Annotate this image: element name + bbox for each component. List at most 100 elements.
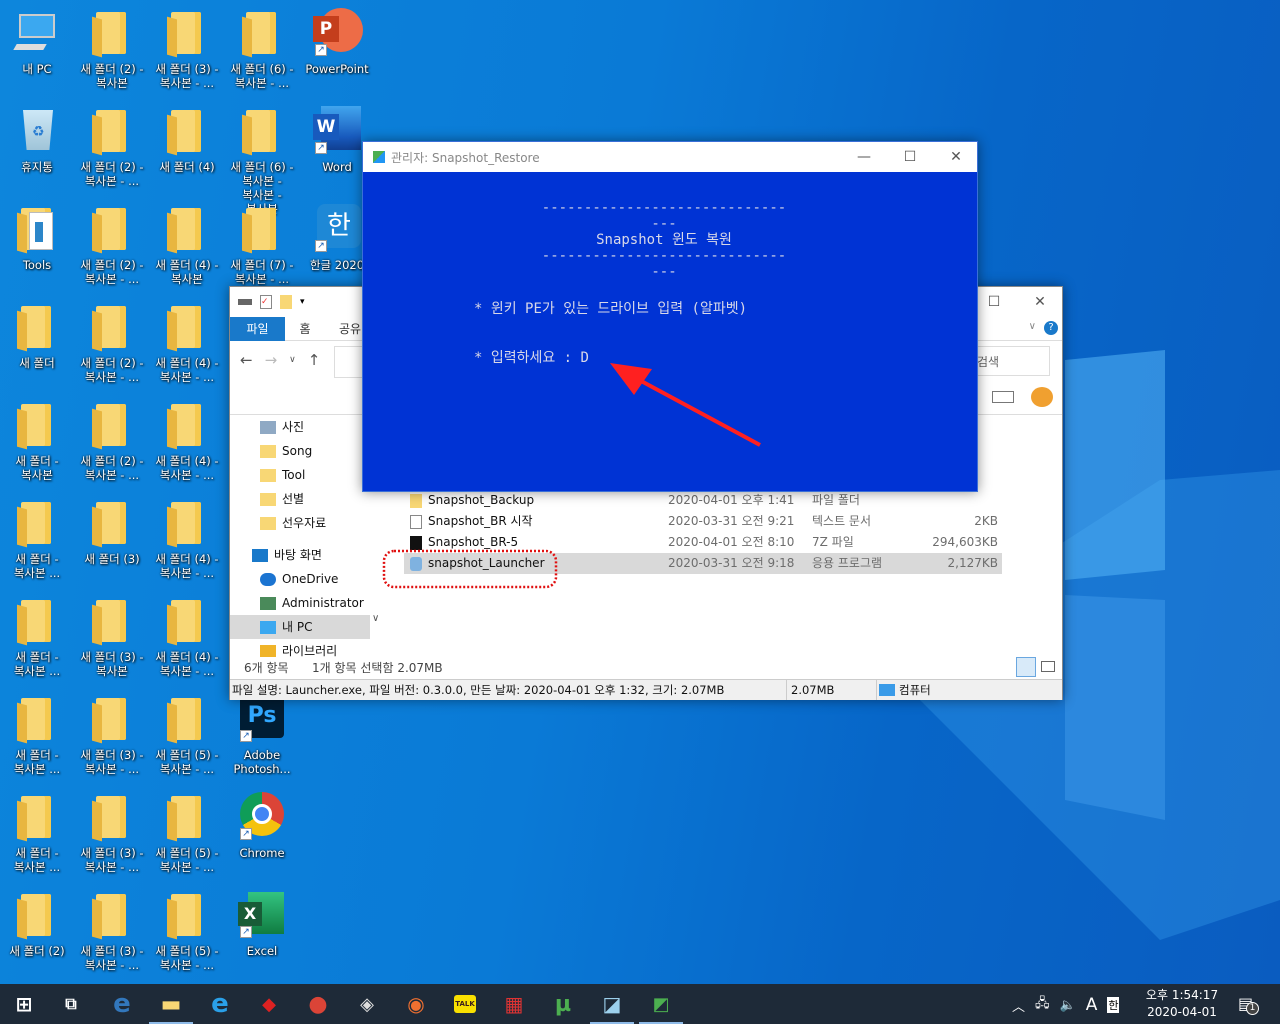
desktop-icon[interactable]: 새 폴더 (7) - 복사본 - ...	[225, 204, 299, 286]
clock[interactable]: 오후 1:54:17 2020-04-01	[1140, 987, 1224, 1021]
taskbar-tool-button[interactable]: ◈	[343, 984, 391, 1024]
desktop-icon[interactable]: 새 폴더 - 복사본	[0, 400, 74, 482]
folder-icon	[238, 8, 286, 56]
taskbar-eye-button[interactable]: ◉	[392, 984, 440, 1024]
close-button[interactable]: ✕	[933, 142, 979, 172]
desktop-icon[interactable]: 내 PC	[0, 8, 74, 76]
desktop-icon[interactable]: 새 폴더 (3) - 복사본 - ...	[75, 792, 149, 874]
desktop-icon[interactable]: Tools	[0, 204, 74, 272]
desktop-icon[interactable]: 새 폴더 (5) - 복사본 - ...	[150, 890, 224, 972]
desktop-icon[interactable]: 새 폴더 (5) - 복사본 - ...	[150, 694, 224, 776]
desktop-icon[interactable]: 새 폴더 (2) - 복사본 - ...	[75, 302, 149, 384]
taskbar-grid-app-button[interactable]: ▦	[490, 984, 538, 1024]
taskbar-edge-button[interactable]: e	[98, 984, 146, 1024]
desktop-icon[interactable]: Ps ↗ Adobe Photosh...	[225, 694, 299, 776]
desktop-icon[interactable]: 새 폴더 - 복사본 ...	[0, 498, 74, 580]
desktop-icon[interactable]: 새 폴더 (2) - 복사본 - ...	[75, 400, 149, 482]
show-hidden-icons[interactable]: ︿	[1012, 996, 1025, 1015]
desktop-icon-label: 새 폴더 - 복사본 ...	[13, 748, 61, 776]
scroll-down-arrow[interactable]: ∨	[372, 613, 379, 624]
desktop-icon[interactable]: 새 폴더 (4) - 복사본 - ...	[150, 400, 224, 482]
nav-item-0[interactable]: 사진	[230, 415, 370, 439]
prompt-instruction: * 윈키 PE가 있는 드라이브 입력 (알파벳)	[474, 301, 748, 317]
desktop-icon[interactable]: X ↗ Excel	[225, 890, 299, 958]
desktop-icon[interactable]: 새 폴더 (6) - 복사본 - 복사본 - 복사본	[225, 106, 299, 216]
recent-dropdown[interactable]: ∨	[289, 351, 296, 369]
desktop-icon[interactable]: ♻ 휴지통	[0, 106, 74, 174]
desktop-icon[interactable]: ↗ Chrome	[225, 792, 299, 860]
taskbar-chrome-button[interactable]: ●	[294, 984, 342, 1024]
desktop-icon[interactable]: 새 폴더 (4) - 복사본 - ...	[150, 596, 224, 678]
close-button[interactable]: ✕	[1017, 287, 1063, 317]
ime-mode[interactable]: 한	[1107, 997, 1120, 1013]
prompt-input-line[interactable]: * 입력하세요 : D	[474, 347, 589, 367]
shell-icon[interactable]	[1031, 387, 1053, 407]
tab-share[interactable]: 공유	[335, 317, 365, 341]
ime-language[interactable]: A	[1086, 995, 1098, 1015]
desktop-icon[interactable]: 새 폴더 (6) - 복사본 - ...	[225, 8, 299, 90]
taskbar-internet-explorer-button[interactable]: e	[196, 984, 244, 1024]
nav-item-1[interactable]: Song	[230, 439, 370, 463]
tab-file[interactable]: 파일	[230, 317, 285, 341]
desktop-icon[interactable]: 새 폴더 - 복사본 ...	[0, 596, 74, 678]
taskbar-file-explorer-button[interactable]: ▬	[147, 984, 195, 1024]
desktop-icon[interactable]: 새 폴더 (2) - 복사본	[75, 8, 149, 90]
desktop-icon[interactable]: 새 폴더 (4)	[150, 106, 224, 174]
desktop-icon[interactable]: 새 폴더 - 복사본 ...	[0, 694, 74, 776]
desktop-icon[interactable]: 새 폴더 (4) - 복사본 - ...	[150, 498, 224, 580]
action-center-icon[interactable]: ▤ 1	[1238, 994, 1259, 1015]
console-heading: Snapshot 윈도 복원	[596, 232, 732, 248]
ribbon-expand-icon[interactable]: ∨	[1029, 321, 1036, 332]
volume-icon[interactable]: 🔈	[1060, 998, 1076, 1013]
desktop-icon[interactable]: 새 폴더 (2) - 복사본 - ...	[75, 106, 149, 188]
nav-item-6[interactable]: OneDrive	[230, 567, 370, 591]
minimize-button[interactable]: —	[841, 142, 887, 172]
tool-icon: ◈	[360, 993, 374, 1015]
details-view-button[interactable]	[1016, 657, 1036, 677]
desktop-icon[interactable]: 새 폴더 - 복사본 ...	[0, 792, 74, 874]
desktop-icon[interactable]: 새 폴더 (2) - 복사본 - ...	[75, 204, 149, 286]
taskbar-start-button[interactable]: ⊞	[0, 984, 48, 1024]
customize-dropdown-icon[interactable]: ▾	[300, 297, 305, 307]
desktop-icon[interactable]: 새 폴더 (2)	[0, 890, 74, 958]
desktop-icon[interactable]: 새 폴더 (4) - 복사본 - ...	[150, 302, 224, 384]
properties-icon[interactable]: ✓	[260, 295, 272, 309]
chrome-icon: ↗	[238, 792, 286, 840]
taskbar-task-view-button[interactable]: ⧉	[47, 984, 95, 1024]
nav-item-8[interactable]: 내 PC	[230, 615, 370, 639]
network-icon[interactable]: 🖧	[1035, 994, 1050, 1016]
search-input[interactable]: 검색	[972, 346, 1050, 376]
file-row[interactable]: Snapshot_Backup 2020-04-01 오후 1:41 파일 폴더	[404, 490, 1002, 511]
taskbar-console-app-button[interactable]: ◩	[637, 984, 685, 1024]
nav-item-5[interactable]: 바탕 화면	[230, 543, 370, 567]
taskbar-app-button[interactable]: ◆	[245, 984, 293, 1024]
desktop-icon[interactable]: 새 폴더	[0, 302, 74, 370]
nav-item-2[interactable]: Tool	[230, 463, 370, 487]
forward-button[interactable]: →	[265, 351, 278, 369]
help-icon[interactable]: ?	[1044, 321, 1058, 335]
nav-item-7[interactable]: Administrator	[230, 591, 370, 615]
taskbar-kakaotalk-button[interactable]: TALK	[441, 984, 489, 1024]
nav-item-4[interactable]: 선우자료	[230, 511, 370, 535]
tab-home[interactable]: 홈	[290, 317, 320, 341]
desktop-icon[interactable]: 새 폴더 (3) - 복사본 - ...	[75, 890, 149, 972]
utorrent-icon: µ	[554, 991, 572, 1017]
nav-item-9[interactable]: 라이브러리	[230, 639, 370, 657]
desktop-icon[interactable]: 새 폴더 (3)	[75, 498, 149, 566]
desktop-icon[interactable]: 새 폴더 (3) - 복사본 - ...	[150, 8, 224, 90]
large-icons-view-button[interactable]	[1041, 661, 1055, 672]
desktop-icon[interactable]: 새 폴더 (4) - 복사본	[150, 204, 224, 286]
preview-pane-icon[interactable]	[992, 391, 1014, 403]
up-button[interactable]: ↑	[308, 351, 321, 369]
nav-item-3[interactable]: 선별	[230, 487, 370, 511]
desktop-icon[interactable]: 새 폴더 (5) - 복사본 - ...	[150, 792, 224, 874]
maximize-button[interactable]: ☐	[887, 142, 933, 172]
desktop-icon[interactable]: 새 폴더 (3) - 복사본 - ...	[75, 694, 149, 776]
new-folder-icon[interactable]	[280, 295, 292, 309]
desktop-icon[interactable]: 새 폴더 (3) - 복사본	[75, 596, 149, 678]
file-row[interactable]: Snapshot_BR 시작 2020-03-31 오전 9:21 텍스트 문서 2K…	[404, 511, 1002, 532]
desktop-icon[interactable]: P ↗ PowerPoint	[300, 8, 374, 76]
back-button[interactable]: ←	[240, 351, 253, 369]
taskbar-snapshot-button[interactable]: ◪	[588, 984, 636, 1024]
taskbar-utorrent-button[interactable]: µ	[539, 984, 587, 1024]
